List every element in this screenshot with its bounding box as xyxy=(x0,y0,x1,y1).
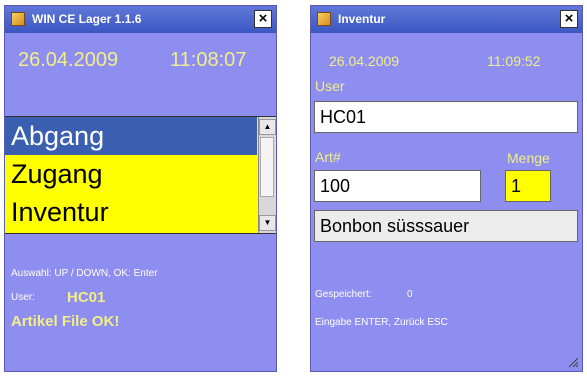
close-button[interactable]: × xyxy=(254,10,272,28)
scroll-up-arrow-icon[interactable]: ▲ xyxy=(259,119,276,135)
saved-value: 0 xyxy=(407,289,413,300)
scroll-down-arrow-icon[interactable]: ▼ xyxy=(259,215,276,231)
menge-label: Menge xyxy=(507,150,550,166)
inventory-window: Inventur × 26.04.2009 11:09:52 User HC01… xyxy=(310,5,583,372)
titlebar: WIN CE Lager 1.1.6 × xyxy=(5,6,276,33)
time-display: 11:08:07 xyxy=(170,49,247,71)
titlebar: Inventur × xyxy=(311,6,582,33)
time-display: 11:09:52 xyxy=(487,53,541,69)
menu-item-abgang[interactable]: Abgang xyxy=(5,117,257,155)
user-label: User: xyxy=(11,292,35,303)
saved-label: Gespeichert: xyxy=(315,289,372,300)
product-name-display: Bonbon süsssauer xyxy=(314,210,578,242)
date-display: 26.04.2009 xyxy=(18,49,119,71)
user-field[interactable]: HC01 xyxy=(314,101,578,133)
scrollbar[interactable]: ▲ ▼ xyxy=(258,117,276,233)
scroll-thumb[interactable] xyxy=(260,137,274,197)
date-display: 26.04.2009 xyxy=(329,53,400,69)
app-icon xyxy=(11,12,25,26)
menu-item-zugang[interactable]: Zugang xyxy=(5,155,257,193)
quantity-field[interactable]: 1 xyxy=(505,170,551,202)
art-number-field[interactable]: 100 xyxy=(314,170,481,202)
help-text: Eingabe ENTER, Zurück ESC xyxy=(315,317,448,328)
help-text: Auswahl: UP / DOWN, OK: Enter xyxy=(11,268,158,279)
close-button[interactable]: × xyxy=(560,10,578,28)
status-text: Artikel File OK! xyxy=(11,313,120,330)
art-label: Art# xyxy=(315,149,341,165)
menu-item-inventur[interactable]: Inventur xyxy=(5,193,257,231)
user-label: User xyxy=(315,78,345,94)
app-icon xyxy=(317,12,331,26)
resize-grip-icon[interactable] xyxy=(567,356,579,368)
user-value: HC01 xyxy=(67,289,106,306)
menu-list[interactable]: Abgang Zugang Inventur ▲ ▼ xyxy=(5,116,276,234)
window-title: WIN CE Lager 1.1.6 xyxy=(32,12,142,26)
window-title: Inventur xyxy=(338,12,386,26)
main-menu-window: WIN CE Lager 1.1.6 × 26.04.2009 11:08:07… xyxy=(4,5,277,372)
